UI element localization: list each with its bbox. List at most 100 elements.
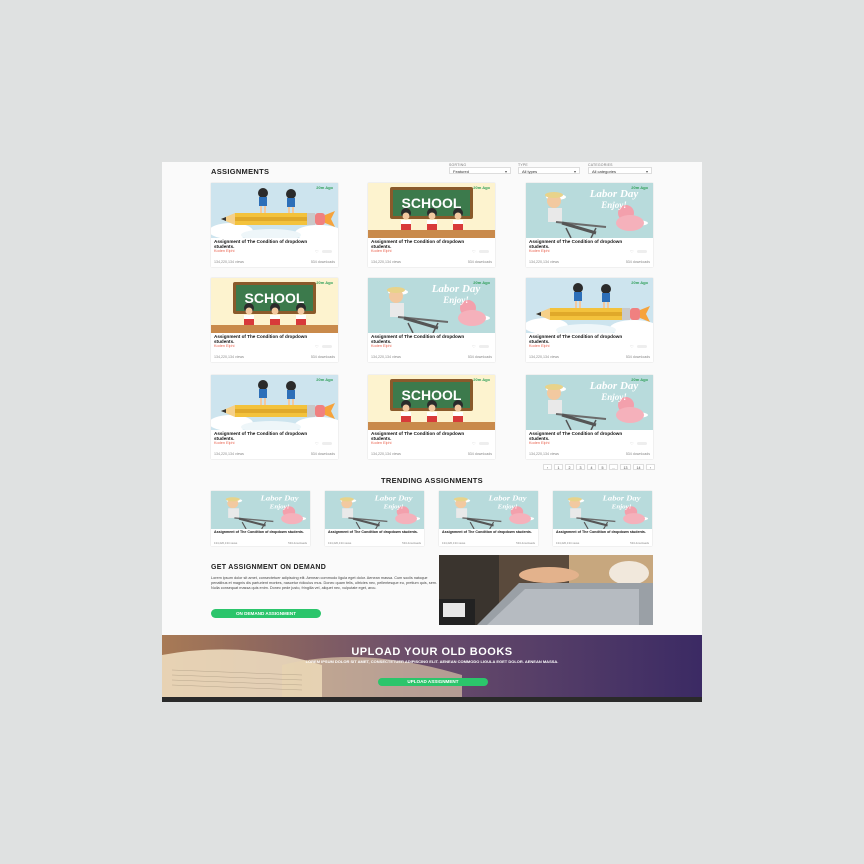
assignment-thumbnail xyxy=(211,375,338,430)
on-demand-body: Lorem ipsum dolor sit amet, consectetuer… xyxy=(211,576,438,590)
download-count: 534 downloads xyxy=(625,260,650,264)
assignment-card[interactable]: SCHOOL 20m Ago Assignment of The Conditi… xyxy=(368,375,495,459)
page-button[interactable]: 2 xyxy=(565,464,574,470)
assignment-author[interactable]: Koden Elphi xyxy=(529,344,549,348)
toggle-switch[interactable] xyxy=(479,442,489,445)
footer-strip xyxy=(162,697,702,702)
trending-card[interactable]: Labor Day Enjoy! Assignment of The Condit… xyxy=(553,491,652,546)
assignment-card[interactable]: SCHOOL 20m Ago Assignment of The Conditi… xyxy=(368,183,495,267)
assignment-thumbnail xyxy=(211,183,338,238)
prev-page-button[interactable]: ‹ xyxy=(543,464,552,470)
assignment-card[interactable]: SCHOOL 20m Ago Assignment of The Conditi… xyxy=(211,278,338,362)
page-button[interactable]: 1 xyxy=(554,464,563,470)
trending-card[interactable]: Labor Day Enjoy! Assignment of The Condit… xyxy=(211,491,310,546)
assignment-title[interactable]: Assignment of The Condition of dropdown … xyxy=(529,334,641,344)
assignment-title[interactable]: Assignment of The Condition of dropdown … xyxy=(214,334,326,344)
trending-card[interactable]: Labor Day Enjoy! Assignment of The Condit… xyxy=(439,491,538,546)
assignment-thumbnail: Labor DayEnjoy! xyxy=(526,375,653,430)
page-button[interactable]: 3 xyxy=(576,464,585,470)
assignment-card[interactable]: 20m Ago Assignment of The Condition of d… xyxy=(526,278,653,362)
upload-assignment-button[interactable]: UPLOAD ASSIGNMENT xyxy=(378,678,488,686)
download-count: 534 downloads xyxy=(467,260,492,264)
thumb-text: SCHOOL xyxy=(402,387,462,403)
toggle-switch[interactable] xyxy=(322,345,332,348)
toggle-switch[interactable] xyxy=(637,442,647,445)
time-ago: 20m Ago xyxy=(316,377,333,382)
trending-title[interactable]: Assignment of The Condition of dropdown … xyxy=(214,530,306,534)
heart-icon[interactable]: ♡ xyxy=(472,249,476,254)
assignment-thumbnail: Labor DayEnjoy! xyxy=(368,278,495,333)
heart-icon[interactable]: ♡ xyxy=(315,249,319,254)
assignment-title[interactable]: Assignment of The Condition of dropdown … xyxy=(371,431,483,441)
thumb-text: Enjoy! xyxy=(497,504,518,511)
assignment-author[interactable]: Koden Elphi xyxy=(529,249,549,253)
assignment-card[interactable]: 20m Ago Assignment of The Condition of d… xyxy=(211,183,338,267)
assignment-author[interactable]: Koden Elphi xyxy=(214,441,234,445)
heart-icon[interactable]: ♡ xyxy=(630,344,634,349)
time-ago: 20m Ago xyxy=(631,185,648,190)
heart-icon[interactable]: ♡ xyxy=(315,441,319,446)
page-button[interactable]: 4 xyxy=(587,464,596,470)
assignment-thumbnail: Labor DayEnjoy! xyxy=(526,183,653,238)
toggle-switch[interactable] xyxy=(637,250,647,253)
on-demand-button[interactable]: ON DEMAND ASSIGNMENT xyxy=(211,609,321,618)
assignment-card[interactable]: Labor Day Enjoy! 20m Ago Assignment of Th… xyxy=(368,278,495,362)
heart-icon[interactable]: ♡ xyxy=(630,249,634,254)
time-ago: 20m Ago xyxy=(631,280,648,285)
thumb-text: Labor Day xyxy=(602,494,641,502)
chevron-down-icon: ▾ xyxy=(573,169,576,174)
assignment-author[interactable]: Koden Elphi xyxy=(529,441,549,445)
sorting-select[interactable]: Featured ▾ xyxy=(449,167,511,174)
page-button[interactable]: 13 xyxy=(620,464,631,470)
categories-select[interactable]: All categories ▾ xyxy=(588,167,652,174)
trending-card[interactable]: Labor Day Enjoy! Assignment of The Condit… xyxy=(325,491,424,546)
assignment-thumbnail xyxy=(526,278,653,333)
page-button[interactable]: 5 xyxy=(598,464,607,470)
assignment-title[interactable]: Assignment of The Condition of dropdown … xyxy=(214,239,326,249)
assignment-author[interactable]: Koden Elphi xyxy=(214,249,234,253)
toggle-switch[interactable] xyxy=(322,250,332,253)
assignment-title[interactable]: Assignment of The Condition of dropdown … xyxy=(371,239,483,249)
assignment-title[interactable]: Assignment of The Condition of dropdown … xyxy=(529,239,641,249)
assignment-card[interactable]: Labor Day Enjoy! 20m Ago Assignment of Th… xyxy=(526,183,653,267)
thumb-text: Enjoy! xyxy=(611,504,632,511)
assignment-title[interactable]: Assignment of The Condition of dropdown … xyxy=(529,431,641,441)
trending-title[interactable]: Assignment of The Condition of dropdown … xyxy=(556,530,648,534)
laptop-photo xyxy=(439,555,653,625)
assignment-thumbnail: SCHOOL xyxy=(368,375,495,430)
page: ASSIGNMENTS SORTING Featured ▾ TYPE All … xyxy=(162,162,702,702)
assignment-card[interactable]: Labor Day Enjoy! 20m Ago Assignment of Th… xyxy=(526,375,653,459)
view-count: 134,220,134 views xyxy=(529,355,559,359)
assignment-author[interactable]: Koden Elphi xyxy=(371,344,391,348)
type-select[interactable]: All types ▾ xyxy=(518,167,580,174)
view-count: 134,220,134 views xyxy=(529,452,559,456)
heart-icon[interactable]: ♡ xyxy=(630,441,634,446)
assignment-title[interactable]: Assignment of The Condition of dropdown … xyxy=(214,431,326,441)
view-count: 134,220,134 views xyxy=(556,541,580,545)
download-count: 534 downloads xyxy=(402,541,421,545)
toggle-switch[interactable] xyxy=(479,345,489,348)
assignment-author[interactable]: Koden Elphi xyxy=(371,441,391,445)
assignment-author[interactable]: Koden Elphi xyxy=(371,249,391,253)
assignment-card[interactable]: 20m Ago Assignment of The Condition of d… xyxy=(211,375,338,459)
thumb-text: Enjoy! xyxy=(269,504,290,511)
view-count: 134,220,134 views xyxy=(328,541,352,545)
heart-icon[interactable]: ♡ xyxy=(472,441,476,446)
assignment-title[interactable]: Assignment of The Condition of dropdown … xyxy=(371,334,483,344)
toggle-switch[interactable] xyxy=(637,345,647,348)
view-count: 134,220,134 views xyxy=(214,260,244,264)
page-button[interactable]: 14 xyxy=(633,464,644,470)
heart-icon[interactable]: ♡ xyxy=(315,344,319,349)
assignment-author[interactable]: Koden Elphi xyxy=(214,344,234,348)
trending-heading: TRENDING ASSIGNMENTS xyxy=(381,476,483,485)
download-count: 534 downloads xyxy=(630,541,649,545)
toggle-switch[interactable] xyxy=(479,250,489,253)
heart-icon[interactable]: ♡ xyxy=(472,344,476,349)
toggle-switch[interactable] xyxy=(322,442,332,445)
next-page-button[interactable]: › xyxy=(646,464,655,470)
trending-title[interactable]: Assignment of The Condition of dropdown … xyxy=(442,530,534,534)
trending-title[interactable]: Assignment of The Condition of dropdown … xyxy=(328,530,420,534)
trending-thumbnail: Labor Day Enjoy! xyxy=(325,491,424,529)
view-count: 134,220,134 views xyxy=(214,355,244,359)
thumb-text: Labor Day xyxy=(260,494,299,502)
